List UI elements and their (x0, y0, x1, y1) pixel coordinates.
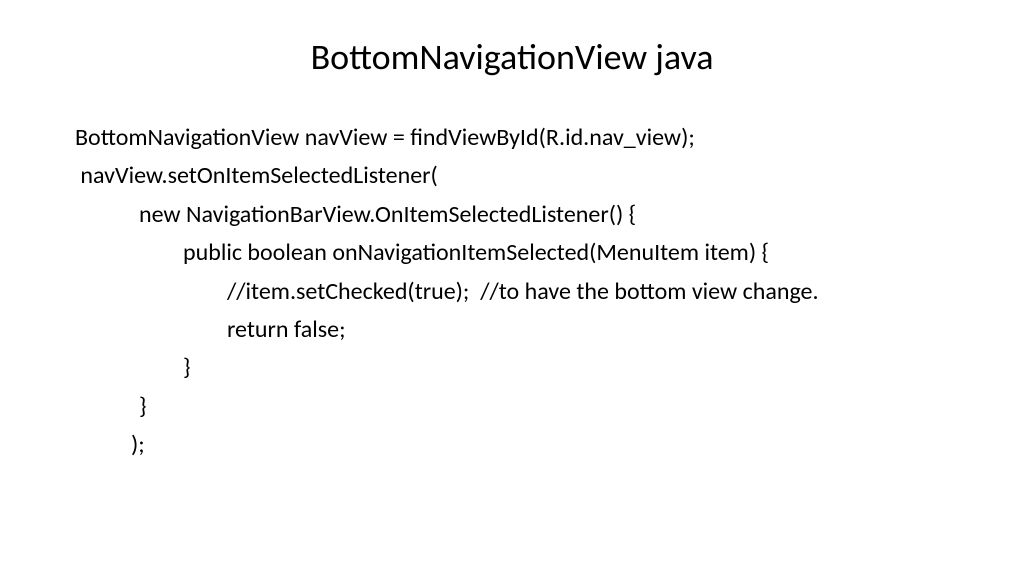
code-block: BottomNavigationView navView = findViewB… (75, 119, 949, 465)
code-line-9: ); (75, 426, 949, 464)
code-line-3: new NavigationBarView.OnItemSelectedList… (75, 196, 949, 234)
code-line-8: } (75, 388, 949, 426)
code-line-6: return false; (75, 311, 949, 349)
slide-title: BottomNavigationView java (75, 35, 949, 79)
code-line-2: navView.setOnItemSelectedListener( (75, 157, 949, 195)
code-line-1: BottomNavigationView navView = findViewB… (75, 119, 949, 157)
code-line-5: //item.setChecked(true); //to have the b… (75, 273, 949, 311)
code-line-7: } (75, 349, 949, 387)
code-line-4: public boolean onNavigationItemSelected(… (75, 234, 949, 272)
